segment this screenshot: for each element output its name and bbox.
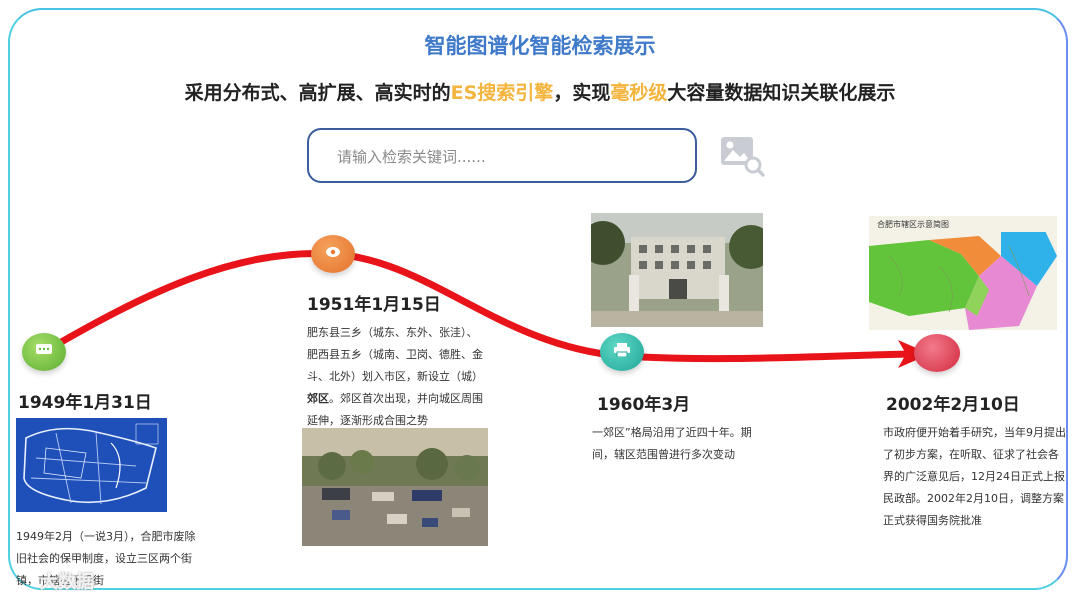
timeline-node-1[interactable] xyxy=(22,333,66,371)
timeline-desc-3: 一郊区”格局沿用了近四十年。期间，辖区范围曾进行多次变动 xyxy=(592,426,752,461)
timeline-date-2: 1951年1月15日 xyxy=(307,295,441,315)
chat-icon xyxy=(35,343,53,361)
desc-text: 肥东县三乡（城东、东外、张洼）、肥西县五乡（城南、卫岗、德胜、金斗、北外）划入市… xyxy=(307,326,483,383)
street-photo-1951 xyxy=(302,428,488,546)
district-map-2002: 合肥市辖区示意简图 xyxy=(869,216,1057,330)
desc-text: 。郊区首次出现，并向城区周围延伸，逐渐形成合围之势 xyxy=(307,392,483,427)
timeline-desc-4: 市政府便开始着手研究，当年9月提出了初步方案，在听取、征求了社会各界的广泛意见后… xyxy=(883,426,1066,527)
desc-bold-suburb: 郊区 xyxy=(307,392,329,405)
timeline-node-2[interactable] xyxy=(311,235,355,273)
building-photo-1960 xyxy=(591,213,763,327)
printer-icon xyxy=(613,343,631,361)
timeline-date-4: 2002年2月10日 xyxy=(886,395,1020,415)
watermark-text: 大数据 xyxy=(40,572,94,593)
location-pin-icon xyxy=(325,246,341,262)
map-label: 合肥市辖区示意简图 xyxy=(877,219,949,229)
timeline-node-4[interactable] xyxy=(914,334,960,372)
city-map-photo-1949 xyxy=(16,418,167,512)
timeline-date-1: 1949年1月31日 xyxy=(18,393,152,413)
timeline-desc-2: 肥东县三乡（城东、东外、张洼）、肥西县五乡（城南、卫岗、德胜、金斗、北外）划入市… xyxy=(307,322,487,432)
timeline-date-3: 1960年3月 xyxy=(597,395,691,415)
timeline-node-3[interactable] xyxy=(600,333,644,371)
